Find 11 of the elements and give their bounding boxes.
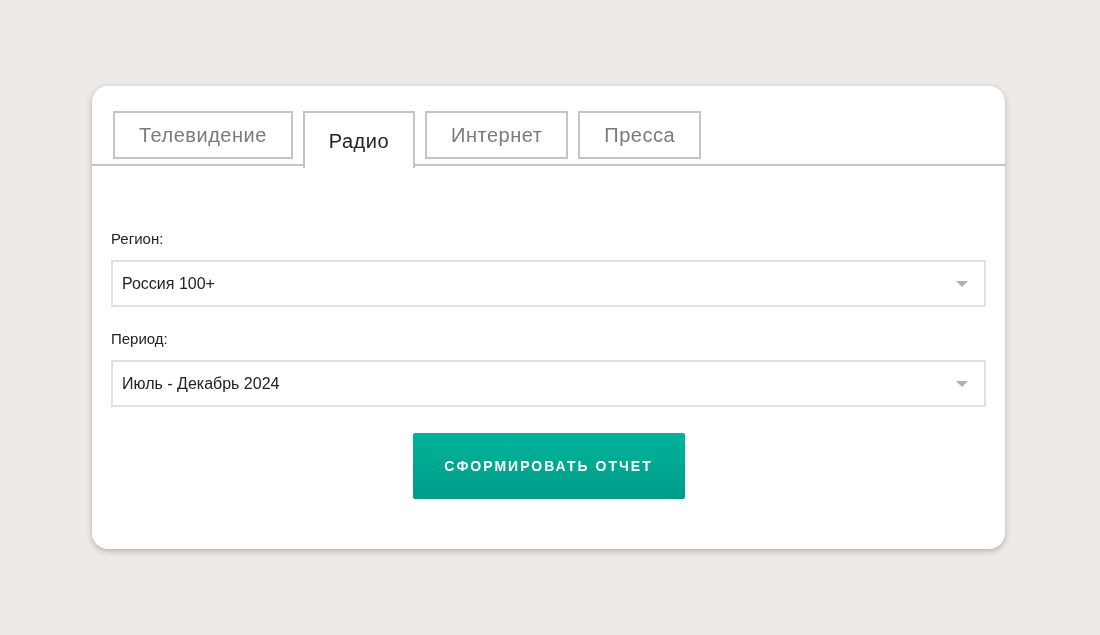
tab[interactable]: Телевидение	[113, 111, 293, 159]
generate-report-button[interactable]: СФОРМИРОВАТЬ ОТЧЕТ	[412, 433, 685, 499]
dropdown-caret-icon	[956, 280, 968, 287]
tab[interactable]: Интернет	[425, 111, 569, 159]
field-label: Регион:	[111, 229, 165, 249]
tab[interactable]: Пресса	[578, 111, 702, 159]
dropdown-field[interactable]: Июль - Декабрь 2024	[111, 360, 986, 407]
tab[interactable]: Радио	[302, 111, 416, 168]
dropdown-field[interactable]: Россия 100+	[111, 260, 986, 307]
dropdown-caret-icon	[956, 380, 968, 387]
field-label: Период:	[111, 329, 169, 349]
